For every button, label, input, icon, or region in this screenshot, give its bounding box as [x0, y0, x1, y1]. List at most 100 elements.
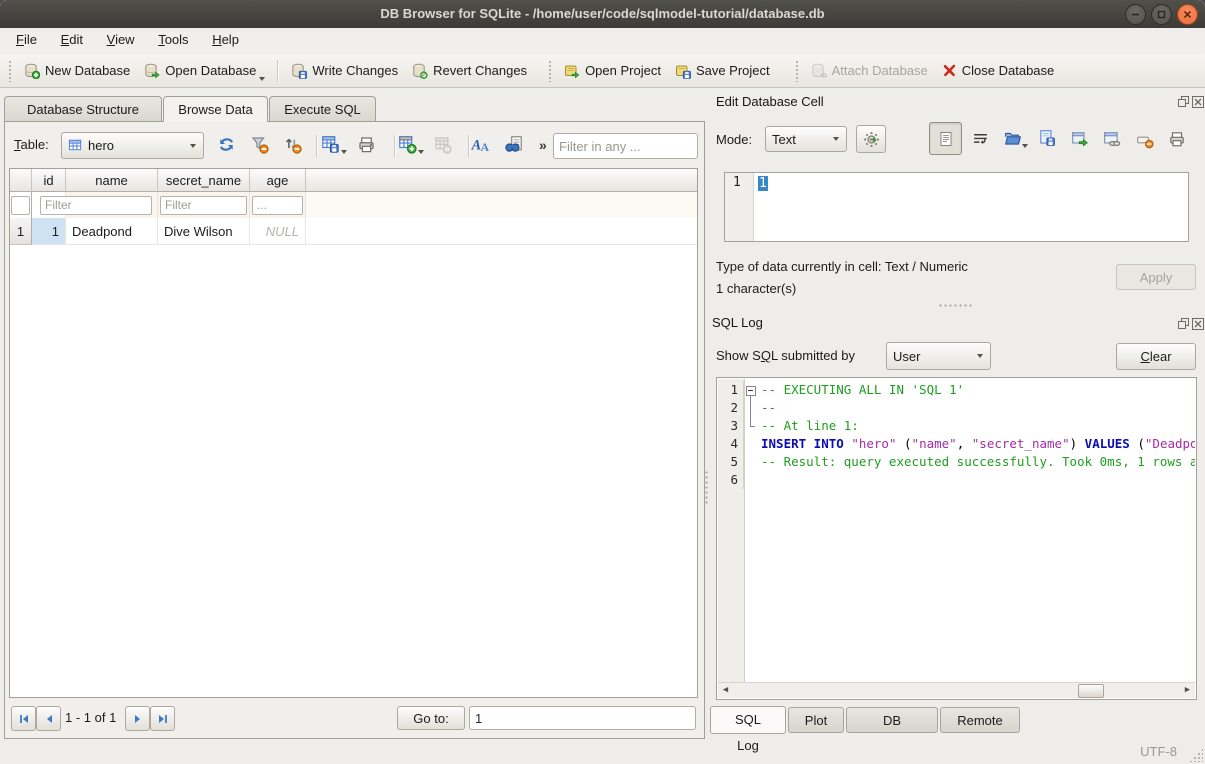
open-in-external-button[interactable]: [1071, 130, 1089, 148]
mode-combo-arrow: [833, 137, 839, 141]
edit-cell-float-button[interactable]: [1177, 95, 1190, 108]
scroll-right-arrow[interactable]: ▶: [1180, 683, 1195, 697]
menu-edit[interactable]: Edit: [51, 28, 93, 51]
write-changes-button[interactable]: Write Changes: [284, 58, 405, 84]
goto-input[interactable]: [469, 706, 696, 730]
table-select-arrow: [190, 144, 196, 148]
filter-input-secret-name[interactable]: [160, 196, 247, 215]
close-database-button[interactable]: Close Database: [935, 58, 1062, 84]
menu-help[interactable]: Help: [202, 28, 249, 51]
revert-changes-icon: [412, 63, 428, 79]
word-wrap-button[interactable]: [972, 131, 989, 148]
filter-input-name[interactable]: [40, 196, 152, 215]
insert-record-icon: [398, 135, 417, 154]
next-page-button[interactable]: [125, 706, 150, 731]
row-header[interactable]: 1: [10, 218, 32, 245]
font-format-icon: AA: [471, 135, 490, 154]
table-select-combo[interactable]: hero: [61, 132, 204, 159]
maximize-button[interactable]: [1151, 4, 1172, 25]
scroll-left-arrow[interactable]: ◀: [718, 683, 733, 697]
menu-view[interactable]: View: [97, 28, 145, 51]
column-header-id[interactable]: id: [32, 169, 66, 192]
toolbar-drag-handle[interactable]: [548, 60, 553, 82]
clear-filters-icon: [250, 135, 269, 154]
sql-log-float-button[interactable]: [1177, 317, 1190, 330]
browse-toolbar-separator: [394, 135, 396, 157]
dock-tab-db-schema[interactable]: DB Schema: [846, 707, 938, 733]
filter-any-input[interactable]: [553, 133, 698, 159]
minimize-button[interactable]: [1125, 4, 1146, 25]
fold-marker[interactable]: [744, 381, 758, 399]
clear-log-button[interactable]: Clear: [1116, 343, 1196, 370]
insert-record-button[interactable]: [398, 135, 424, 154]
sql-log-close-button[interactable]: [1191, 317, 1204, 330]
toolbar-drag-handle[interactable]: [8, 60, 13, 82]
cell-id[interactable]: 1: [32, 218, 66, 245]
import-file-dropdown-arrow[interactable]: [1022, 144, 1028, 148]
clear-sorting-button[interactable]: [283, 135, 302, 154]
menu-tools[interactable]: Tools: [148, 28, 198, 51]
first-page-button[interactable]: [11, 706, 36, 731]
dock-tab-plot[interactable]: Plot: [788, 707, 844, 733]
fold-marker: [744, 399, 758, 417]
mode-value: Text: [772, 132, 796, 147]
print-button[interactable]: [357, 135, 376, 154]
copy-link-button[interactable]: [1103, 130, 1121, 148]
scrollbar-thumb[interactable]: [1078, 684, 1104, 698]
filter-input-age[interactable]: [252, 196, 303, 215]
text-mode-button[interactable]: [929, 122, 962, 155]
tab-execute-sql[interactable]: Execute SQL: [269, 96, 376, 121]
resize-grip[interactable]: [1189, 748, 1203, 762]
print-icon: [357, 135, 376, 154]
clear-filters-button[interactable]: [250, 135, 269, 154]
cell-age[interactable]: NULL: [250, 218, 306, 245]
export-file-button[interactable]: [1038, 129, 1056, 147]
menu-file[interactable]: File: [6, 28, 47, 51]
close-button[interactable]: [1177, 4, 1198, 25]
tab-database-structure[interactable]: Database Structure: [4, 96, 162, 121]
cell-name[interactable]: Deadpond: [66, 218, 158, 245]
edit-display-format-button[interactable]: AA: [471, 135, 490, 154]
new-database-button[interactable]: New Database: [17, 58, 137, 84]
cell-editor[interactable]: 1 1: [724, 172, 1189, 242]
filter-input-id[interactable]: [11, 196, 30, 215]
dock-tab-remote[interactable]: Remote: [940, 707, 1020, 733]
export-table-dropdown-arrow[interactable]: [341, 150, 347, 154]
sql-log-dock-title[interactable]: SQL Log: [712, 315, 763, 330]
grid-corner[interactable]: [10, 169, 32, 192]
dock-splitter-handle[interactable]: [938, 303, 972, 309]
tab-browse-data[interactable]: Browse Data: [163, 96, 268, 122]
column-header-name[interactable]: name: [66, 169, 158, 192]
dock-tab-sql-log[interactable]: SQL Log: [710, 706, 786, 734]
column-header-secret-name[interactable]: secret_name: [158, 169, 250, 192]
save-project-button[interactable]: Save Project: [668, 58, 777, 84]
sql-source-combo[interactable]: User: [886, 342, 991, 370]
toolbar-drag-handle[interactable]: [795, 60, 800, 82]
goto-button[interactable]: Go to:: [397, 706, 465, 730]
auto-mode-button[interactable]: [856, 125, 886, 153]
import-file-button[interactable]: [1004, 130, 1028, 148]
cell-secret-name[interactable]: Dive Wilson: [158, 218, 250, 245]
revert-changes-button[interactable]: Revert Changes: [405, 58, 534, 84]
previous-page-button[interactable]: [36, 706, 61, 731]
open-project-button[interactable]: Open Project: [557, 58, 668, 84]
toolbar-overflow-chevron[interactable]: »: [539, 137, 547, 153]
set-null-button[interactable]: [1136, 131, 1154, 149]
mode-combo[interactable]: Text: [765, 126, 847, 152]
refresh-button[interactable]: [217, 135, 236, 154]
filter-cell-name: [66, 192, 158, 218]
open-database-dropdown-arrow[interactable]: [259, 77, 265, 81]
edit-cell-dock-title[interactable]: Edit Database Cell: [716, 94, 824, 109]
print-cell-button[interactable]: [1168, 130, 1186, 148]
last-page-button[interactable]: [150, 706, 175, 731]
sql-log-editor[interactable]: 1-- EXECUTING ALL IN 'SQL 1'2--3-- At li…: [716, 377, 1197, 700]
edit-cell-close-button[interactable]: [1191, 95, 1204, 108]
titlebar[interactable]: DB Browser for SQLite - /home/user/code/…: [0, 0, 1205, 29]
open-database-button[interactable]: Open Database: [137, 58, 272, 84]
cell-editor-content[interactable]: 1: [758, 176, 768, 191]
find-in-cells-button[interactable]: [504, 135, 523, 154]
export-table-button[interactable]: [321, 135, 347, 154]
insert-record-dropdown-arrow[interactable]: [418, 150, 424, 154]
sql-log-hscrollbar[interactable]: ◀ ▶: [718, 682, 1195, 698]
column-header-age[interactable]: age: [250, 169, 306, 192]
